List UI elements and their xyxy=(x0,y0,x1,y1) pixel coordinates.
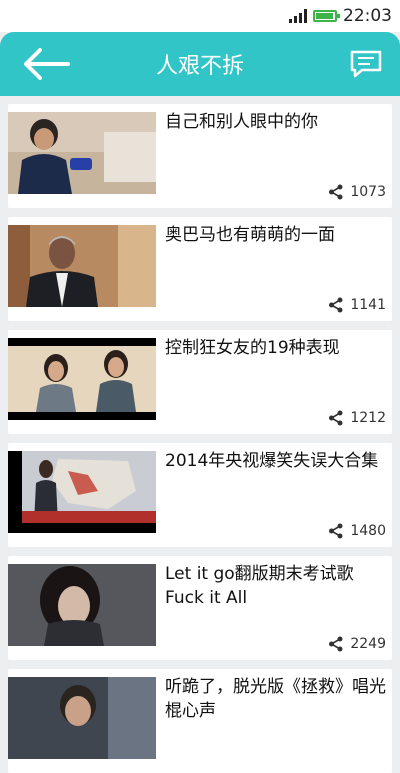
list-item[interactable]: 控制狂女友的19种表现 1212 xyxy=(8,330,392,434)
share-count-value: 1212 xyxy=(350,410,386,426)
list-item[interactable]: 自己和别人眼中的你 1073 xyxy=(8,104,392,208)
video-thumbnail xyxy=(8,225,156,307)
share-count-value: 1073 xyxy=(350,184,386,200)
status-bar: 22:03 xyxy=(0,0,400,32)
comment-button[interactable] xyxy=(346,46,386,82)
app-bar: 人艰不拆 xyxy=(0,32,400,96)
video-title: 自己和别人眼中的你 xyxy=(165,112,318,132)
video-title: 奥巴马也有萌萌的一面 xyxy=(165,225,335,245)
share-icon xyxy=(329,184,343,200)
share-icon xyxy=(329,410,343,426)
share-icon xyxy=(329,523,343,539)
message-icon xyxy=(350,50,382,78)
video-thumbnail xyxy=(8,338,156,420)
video-thumbnail xyxy=(8,112,156,194)
status-indicators: 22:03 xyxy=(289,6,392,26)
share-count[interactable]: 2249 xyxy=(328,636,386,652)
video-thumbnail xyxy=(8,677,156,759)
share-count-value: 2249 xyxy=(350,636,386,652)
video-thumbnail xyxy=(8,451,156,533)
page-title: 人艰不拆 xyxy=(155,54,244,79)
list-item[interactable]: 2014年央视爆笑失误大合集 1480 xyxy=(8,443,392,547)
share-count[interactable]: 1480 xyxy=(328,523,386,539)
share-icon xyxy=(329,636,343,652)
list-item[interactable]: 奥巴马也有萌萌的一面 1141 xyxy=(8,217,392,321)
video-title: 控制狂女友的19种表现 xyxy=(165,338,340,358)
list-item[interactable]: Let it go翻版期末考试歌Fuck it All 2249 xyxy=(8,556,392,660)
video-title: 2014年央视爆笑失误大合集 xyxy=(165,451,379,471)
signal-icon xyxy=(289,9,307,23)
share-count[interactable]: 1212 xyxy=(328,410,386,426)
share-count-value: 1480 xyxy=(350,523,386,539)
share-icon xyxy=(329,297,343,313)
share-count[interactable]: 1073 xyxy=(328,184,386,200)
share-count-value: 1141 xyxy=(350,297,386,313)
battery-icon xyxy=(313,10,340,22)
share-count[interactable]: 1141 xyxy=(328,297,386,313)
video-thumbnail xyxy=(8,564,156,646)
list-item[interactable]: 听跪了，脱光版《拯救》唱光棍心声 xyxy=(8,669,392,773)
video-title: 听跪了，脱光版《拯救》唱光棍心声 xyxy=(165,677,386,721)
status-time: 22:03 xyxy=(343,6,392,26)
video-title: Let it go翻版期末考试歌Fuck it All xyxy=(165,564,354,608)
